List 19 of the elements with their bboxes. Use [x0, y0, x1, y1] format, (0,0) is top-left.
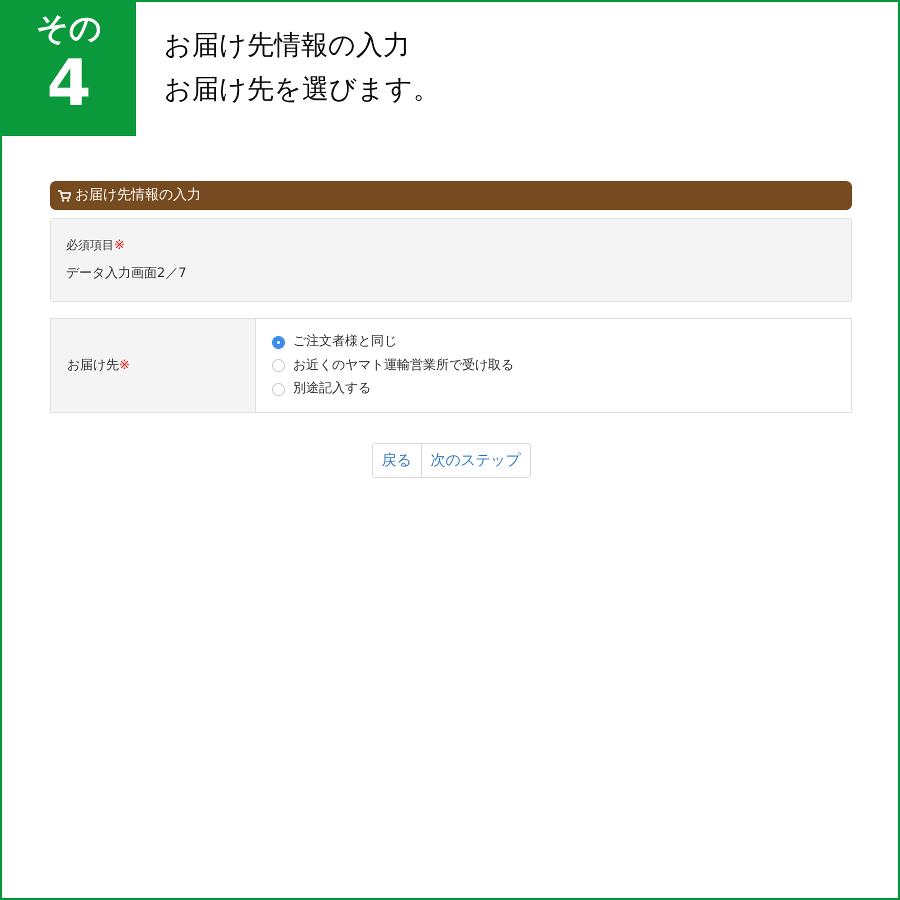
cart-icon: [58, 190, 71, 202]
step-label: その: [35, 8, 103, 44]
step-number: 4: [46, 52, 92, 116]
required-mark: ※: [119, 356, 130, 375]
nav-button[interactable]: 戻る: [372, 443, 422, 478]
radio-button[interactable]: [272, 382, 285, 396]
radio-option[interactable]: ご注文者様と同じ: [272, 332, 514, 352]
required-label: 必須項目: [66, 238, 114, 252]
required-mark: ※: [114, 238, 125, 253]
radio-button[interactable]: [272, 336, 285, 348]
heading-line: お届け先情報の入力: [164, 30, 411, 62]
radio-button[interactable]: [272, 359, 285, 372]
panel-title: お届け先情報の入力: [75, 186, 201, 205]
field-label: お届け先: [67, 356, 119, 375]
nav-button[interactable]: 次のステップ: [422, 443, 530, 478]
screen-counter: データ入力画面2／7: [66, 264, 188, 282]
heading-line: お届け先を選びます。: [164, 74, 440, 107]
radio-option[interactable]: 別途記入する: [272, 379, 514, 399]
radio-option[interactable]: お近くのヤマト運輸営業所で受け取る: [272, 356, 514, 376]
